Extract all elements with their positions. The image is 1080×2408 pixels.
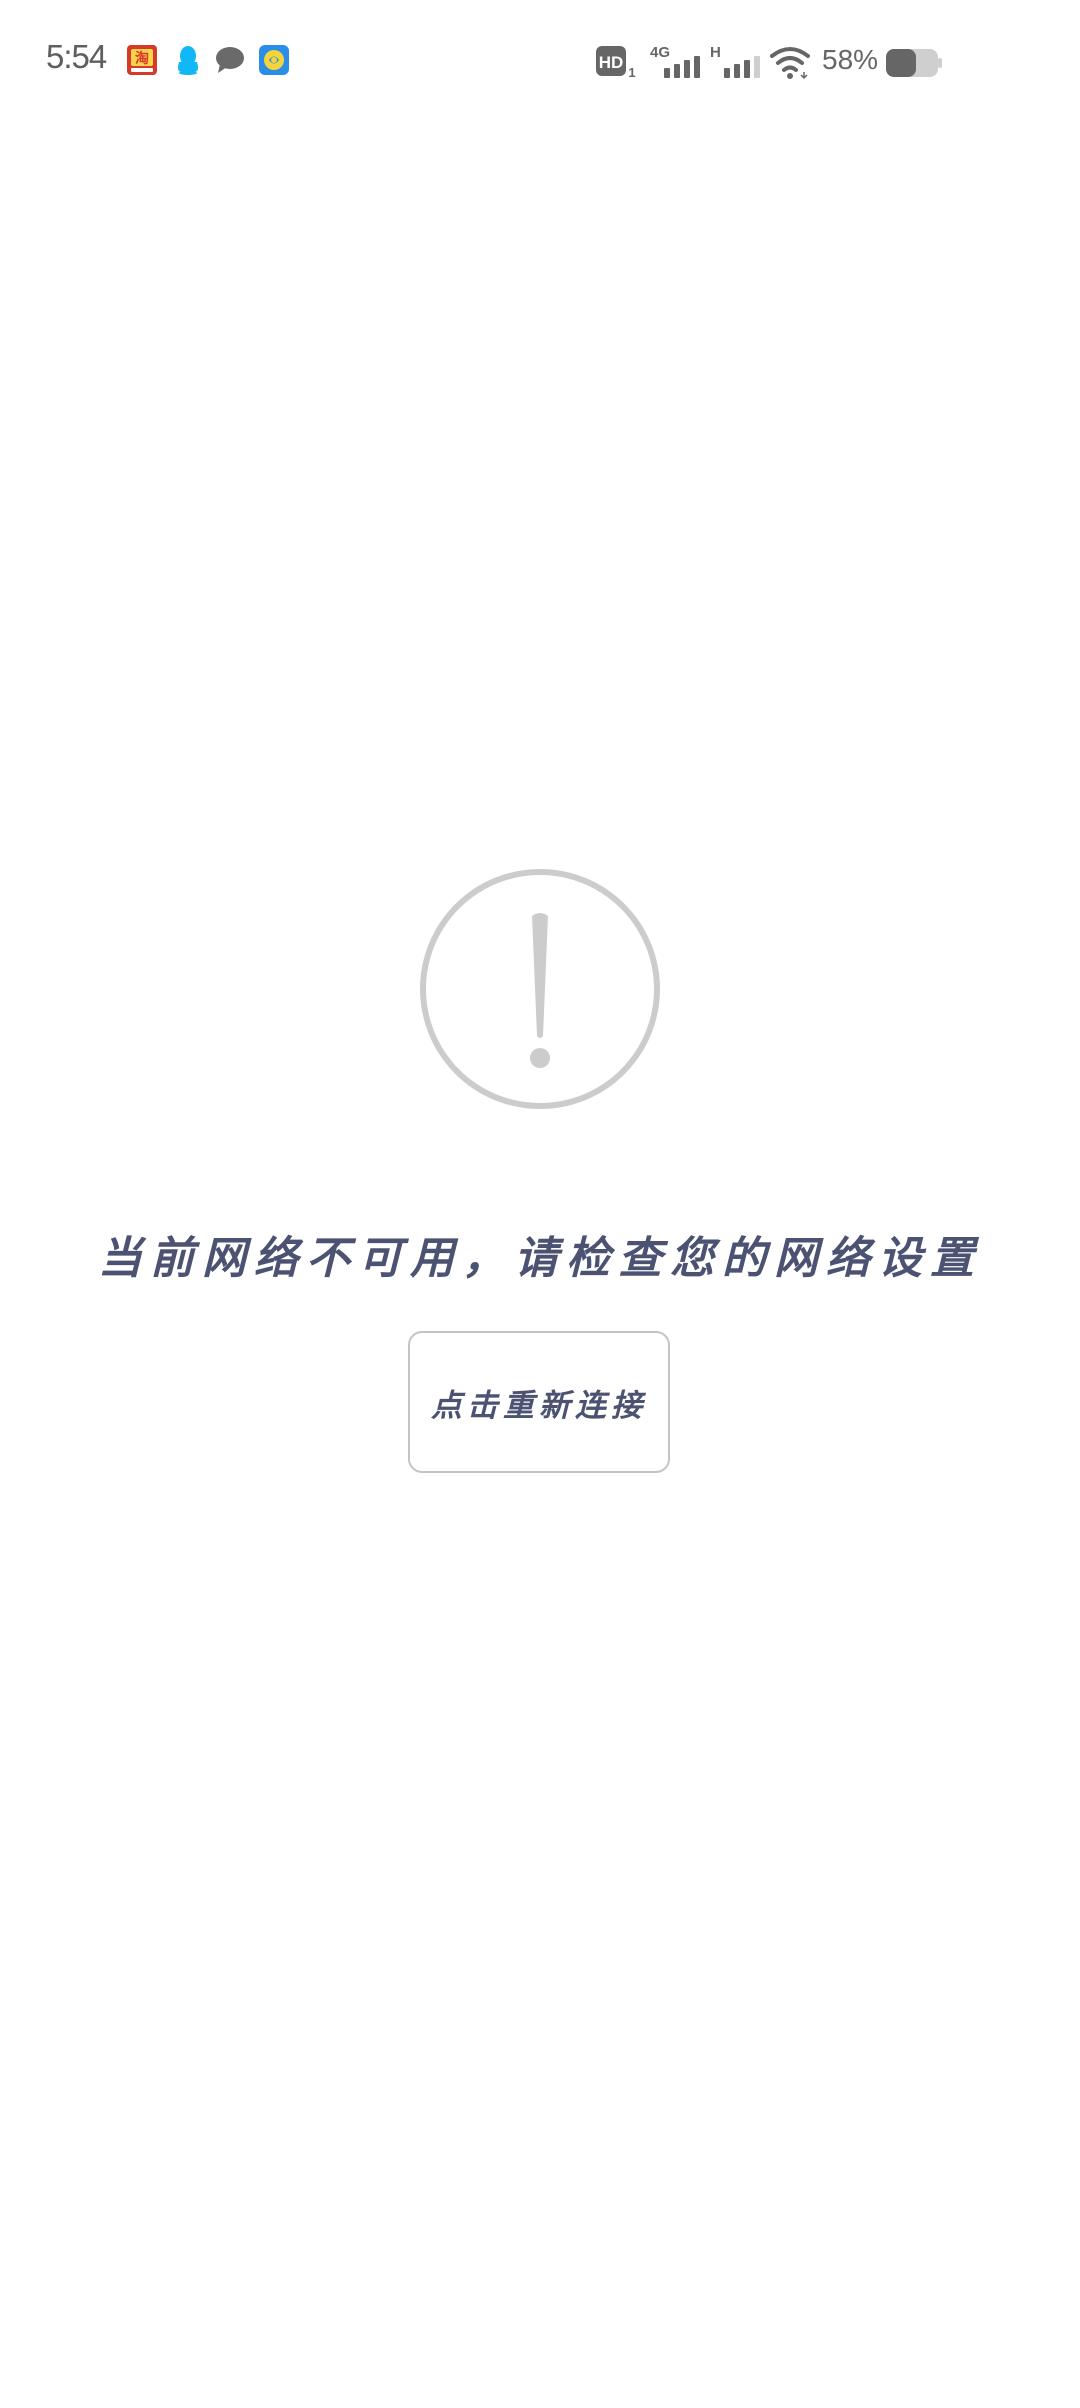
network-error-message: 当前网络不可用，请检查您的网络设置 (98, 1233, 982, 1284)
status-time: 5:54 (46, 38, 107, 75)
message-bubble-icon (216, 47, 244, 73)
exclamation-circle-icon (420, 869, 660, 1109)
signal-4g-icon: 4G (650, 44, 700, 78)
hd-sub-label: 1 (628, 65, 635, 80)
battery-icon (886, 49, 942, 77)
status-bar: 5:54 淘 HD 1 4G H 58% (0, 0, 1080, 124)
reconnect-button[interactable]: 点击重新连接 (408, 1331, 670, 1473)
svg-text:淘: 淘 (135, 50, 149, 67)
battery-percent: 58% (822, 44, 879, 75)
wifi-icon (770, 47, 810, 80)
browser-app-icon (259, 45, 289, 75)
network-h-label: H (710, 44, 721, 61)
battery-fill (886, 49, 916, 77)
hd-voice-icon: HD 1 (596, 46, 636, 80)
hd-label: HD (599, 53, 624, 72)
qq-app-icon (178, 46, 198, 75)
reconnect-button-label: 点击重新连接 (431, 1387, 647, 1424)
taobao-app-icon: 淘 (127, 45, 157, 75)
signal-h-icon: H (710, 44, 760, 78)
network-4g-label: 4G (650, 44, 670, 61)
